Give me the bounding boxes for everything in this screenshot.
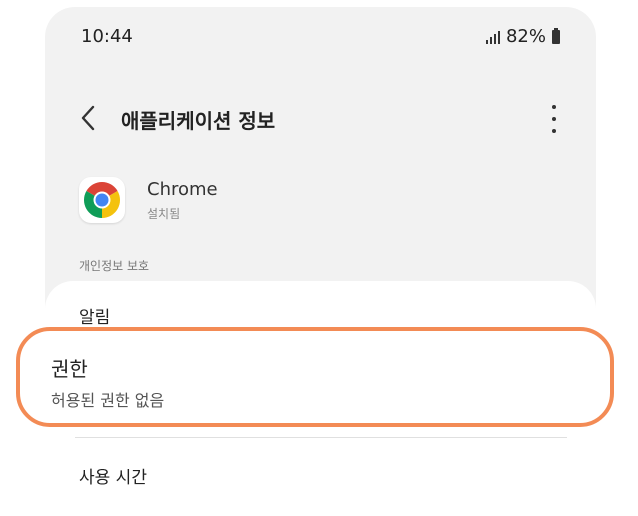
status-time: 10:44 bbox=[81, 26, 133, 47]
chrome-icon bbox=[79, 177, 125, 223]
app-info-header: Chrome 설치됨 bbox=[79, 177, 559, 227]
permissions-subtitle: 허용된 권한 없음 bbox=[51, 391, 165, 410]
permissions-title: 권한 bbox=[51, 357, 88, 381]
app-bar: 애플리케이션 정보 bbox=[45, 95, 596, 143]
signal-icon bbox=[485, 30, 500, 44]
status-indicators: 82% bbox=[485, 26, 560, 47]
status-bar: 10:44 82% bbox=[45, 7, 596, 67]
back-arrow-icon[interactable] bbox=[75, 103, 105, 133]
screenshot-stage: 10:44 82% 애플리케이션 정보 Chrome 설치됨 개인정보 보호 알… bbox=[0, 0, 638, 516]
section-label-privacy: 개인정보 보호 bbox=[79, 259, 150, 273]
page-title: 애플리케이션 정보 bbox=[121, 109, 276, 133]
app-install-status: 설치됨 bbox=[147, 207, 181, 221]
permissions-item[interactable]: 권한 허용된 권한 없음 bbox=[16, 327, 614, 427]
app-name: Chrome bbox=[147, 179, 218, 200]
battery-percent: 82% bbox=[505, 26, 546, 47]
divider bbox=[75, 437, 567, 438]
more-options-icon[interactable] bbox=[544, 105, 564, 133]
notifications-item[interactable]: 알림 bbox=[79, 303, 110, 328]
battery-icon bbox=[552, 27, 560, 44]
phone-screen: 10:44 82% 애플리케이션 정보 Chrome 설치됨 개인정보 보호 알… bbox=[45, 7, 596, 516]
usage-time-item[interactable]: 사용 시간 bbox=[79, 463, 147, 488]
